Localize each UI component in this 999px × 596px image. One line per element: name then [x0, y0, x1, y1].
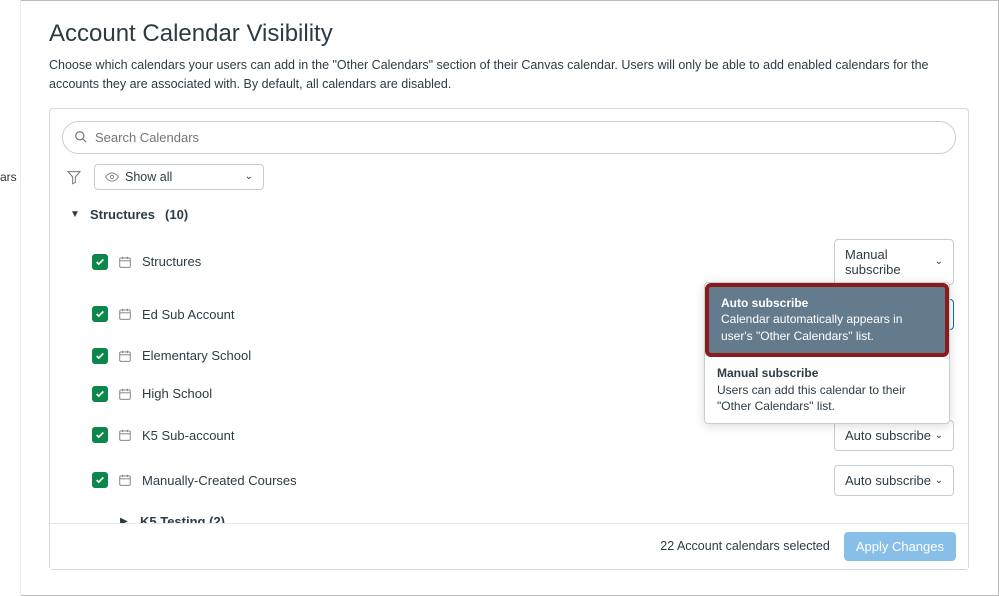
search-wrap — [62, 121, 956, 154]
calendar-icon — [118, 387, 132, 401]
row-label: K5 Sub-account — [142, 428, 824, 443]
eye-icon — [105, 170, 119, 184]
show-filter-select[interactable]: Show all ⌄ — [94, 164, 264, 190]
option-auto-subscribe[interactable]: Auto subscribe Calendar automatically ap… — [705, 283, 949, 357]
subscribe-dropdown-menu: Auto subscribe Calendar automatically ap… — [704, 282, 950, 425]
filter-icon[interactable] — [62, 165, 86, 189]
filter-row: Show all ⌄ — [62, 164, 956, 190]
calendar-panel: Show all ⌄ ▼ Structures (10) Structures … — [49, 108, 969, 570]
group-name: Structures — [90, 207, 155, 222]
calendar-icon — [118, 349, 132, 363]
list-item: Manually-Created Courses Auto subscribe⌄ — [62, 458, 962, 503]
group-header-structures[interactable]: ▼ Structures (10) — [62, 201, 962, 232]
page-title: Account Calendar Visibility — [49, 20, 969, 48]
page-container: Account Calendar Visibility Choose which… — [20, 0, 999, 596]
calendar-icon — [118, 307, 132, 321]
selection-status: 22 Account calendars selected — [660, 539, 830, 553]
option-title: Auto subscribe — [721, 295, 933, 312]
page-subtitle: Choose which calendars your users can ad… — [49, 56, 969, 94]
search-input[interactable] — [62, 121, 956, 154]
show-filter-label: Show all — [125, 170, 172, 184]
option-title: Manual subscribe — [717, 365, 937, 382]
checkbox-checked[interactable] — [92, 472, 108, 488]
chevron-down-icon: ⌄ — [935, 475, 943, 486]
checkbox-checked[interactable] — [92, 348, 108, 364]
row-label: Structures — [142, 254, 824, 269]
apply-changes-button[interactable]: Apply Changes — [844, 532, 956, 561]
panel-footer: 22 Account calendars selected Apply Chan… — [50, 523, 968, 569]
option-desc: Calendar automatically appears in user's… — [721, 311, 933, 345]
caret-down-icon: ▼ — [70, 209, 80, 220]
calendar-icon — [118, 473, 132, 487]
subscribe-select[interactable]: Manual subscribe⌄ — [834, 239, 954, 285]
calendar-icon — [118, 428, 132, 442]
checkbox-checked[interactable] — [92, 427, 108, 443]
option-manual-subscribe[interactable]: Manual subscribe Users can add this cale… — [705, 357, 949, 423]
group-count: (10) — [165, 207, 188, 222]
chevron-down-icon: ⌄ — [245, 171, 253, 182]
chevron-down-icon: ⌄ — [935, 256, 943, 267]
left-panel-sliver: ars — [0, 0, 20, 596]
subscribe-select[interactable]: Auto subscribe⌄ — [834, 465, 954, 496]
checkbox-checked[interactable] — [92, 386, 108, 402]
option-desc: Users can add this calendar to their "Ot… — [717, 382, 937, 416]
checkbox-checked[interactable] — [92, 306, 108, 322]
sliver-text: ars — [0, 170, 17, 184]
calendar-icon — [118, 255, 132, 269]
search-icon — [74, 130, 88, 144]
checkbox-checked[interactable] — [92, 254, 108, 270]
row-label: Manually-Created Courses — [142, 473, 824, 488]
subscribe-select[interactable]: Auto subscribe⌄ — [834, 420, 954, 451]
chevron-down-icon: ⌄ — [935, 430, 943, 441]
